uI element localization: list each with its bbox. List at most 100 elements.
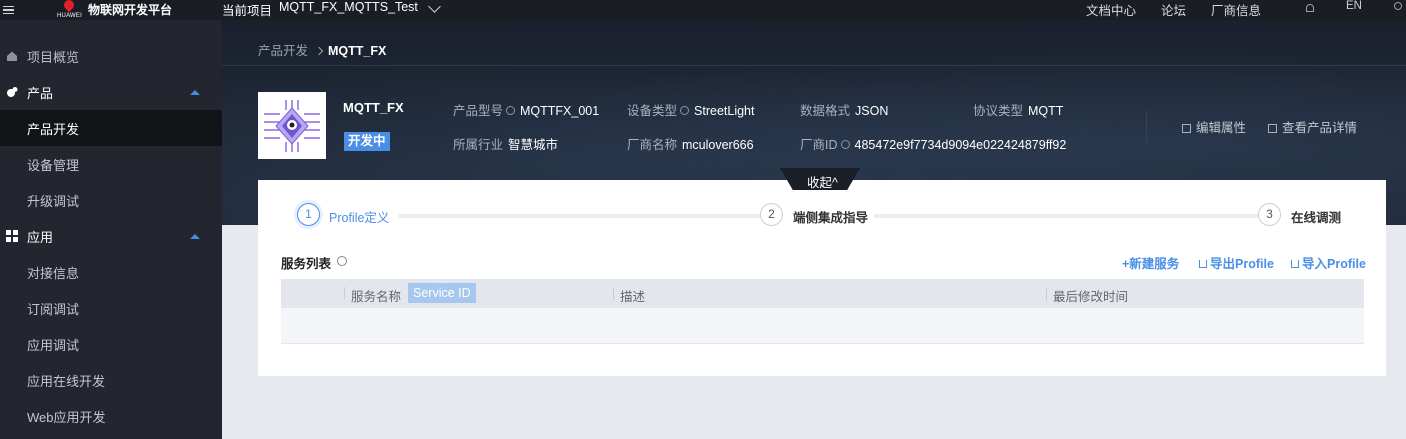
sidebar-item-app-debug[interactable]: 应用调试	[0, 326, 222, 362]
sidebar-item-label: 订阅调试	[27, 301, 80, 317]
collapse-label: 收起^	[807, 176, 838, 190]
user-icon[interactable]	[1394, 2, 1402, 10]
vendor-name: 厂商名称 mculover666	[627, 134, 754, 153]
data-format: 数据格式 JSON	[800, 100, 888, 119]
document-icon	[1268, 124, 1277, 133]
upload-icon	[1291, 260, 1299, 268]
sidebar-item-label: 项目概览	[27, 49, 80, 65]
home-icon	[7, 51, 17, 61]
sidebar-item-label: 应用调试	[27, 337, 80, 353]
step-1-label[interactable]: Profile定义	[329, 207, 389, 226]
service-list-title: 服务列表	[281, 257, 332, 271]
sidebar-item-device-mgmt[interactable]: 设备管理	[0, 146, 222, 182]
meta-value: StreetLight	[694, 104, 755, 118]
product-name: MQTT_FX	[343, 100, 404, 115]
sidebar-group-label: 应用	[27, 229, 54, 245]
meta-label: 厂商名称	[627, 138, 678, 152]
device-type: 设备类型 StreetLight	[627, 100, 754, 119]
sidebar-item-app-online-dev[interactable]: 应用在线开发	[0, 362, 222, 398]
status-badge: 开发中	[344, 132, 390, 151]
meta-label: 数据格式	[800, 104, 851, 118]
view-product-details-button[interactable]: 查看产品详情	[1268, 117, 1357, 136]
top-bar: HUAWEI 物联网开发平台 当前项目 MQTT_FX_MQTTS_Test 文…	[0, 0, 1406, 20]
meta-label: 设备类型	[627, 104, 678, 118]
step-1-indicator[interactable]: 1	[297, 203, 320, 226]
meta-value: MQTT	[1028, 104, 1064, 118]
step-2-label[interactable]: 端侧集成指导	[793, 207, 868, 226]
product-model: 产品型号 MQTTFX_001	[453, 100, 599, 119]
app-grid-icon	[6, 230, 18, 242]
step-connector	[874, 214, 1258, 218]
new-service-button[interactable]: +新建服务	[1122, 253, 1179, 272]
sidebar-item-label: 应用在线开发	[27, 373, 106, 389]
column-separator	[344, 287, 345, 300]
huawei-logo-icon	[61, 0, 77, 13]
nav-vendor-info-link[interactable]: 厂商信息	[1211, 0, 1261, 19]
sidebar-item-label: 产品开发	[27, 121, 80, 137]
meta-value: JSON	[855, 104, 889, 118]
meta-label: 厂商ID	[800, 138, 838, 152]
platform-title[interactable]: 物联网开发平台	[88, 1, 172, 18]
sidebar-item-label: 设备管理	[27, 157, 80, 173]
step-3-indicator[interactable]: 3	[1258, 203, 1281, 226]
product-icon	[7, 87, 18, 97]
sidebar-item-web-app-dev[interactable]: Web应用开发	[0, 398, 222, 434]
huawei-logo-text: HUAWEI	[57, 13, 82, 19]
collapse-toggle[interactable]: 收起^	[780, 168, 860, 190]
step-3-label[interactable]: 在线调测	[1291, 207, 1341, 226]
column-separator	[613, 287, 614, 300]
column-header-last-modified[interactable]: 最后修改时间	[1053, 286, 1128, 305]
current-project-selector[interactable]: MQTT_FX_MQTTS_Test	[279, 0, 418, 14]
export-profile-button[interactable]: 导出Profile	[1199, 253, 1274, 272]
main-content: 产品开发 MQTT_FX MQTT_FX 开发中 产品型号 MQTTFX_001	[222, 20, 1406, 439]
help-icon[interactable]	[680, 106, 690, 115]
meta-label: 协议类型	[973, 104, 1024, 118]
industry: 所属行业 智慧城市	[453, 134, 558, 153]
chevron-down-icon[interactable]	[428, 0, 441, 13]
help-icon[interactable]	[337, 256, 347, 266]
step-2-indicator[interactable]: 2	[760, 203, 783, 226]
nav-forum-link[interactable]: 论坛	[1161, 0, 1186, 19]
service-table-header: 服务名称 Service ID 描述 最后修改时间	[281, 279, 1364, 308]
nav-docs-link[interactable]: 文档中心	[1086, 0, 1136, 19]
chevron-right-icon	[314, 46, 324, 56]
language-switch[interactable]: EN	[1346, 0, 1362, 12]
sidebar-item-subscription-debug[interactable]: 订阅调试	[0, 290, 222, 326]
huawei-logo: HUAWEI	[57, 0, 82, 20]
breadcrumb-parent-link[interactable]: 产品开发	[258, 44, 308, 58]
step-connector	[399, 214, 762, 218]
edit-properties-button[interactable]: 编辑属性	[1182, 117, 1246, 136]
download-icon	[1199, 260, 1207, 268]
help-icon[interactable]	[840, 140, 850, 149]
meta-value: mculover666	[682, 138, 754, 152]
sidebar-item-integration-info[interactable]: 对接信息	[0, 254, 222, 290]
breadcrumb: 产品开发 MQTT_FX	[258, 40, 386, 59]
meta-value: 智慧城市	[508, 138, 559, 152]
sidebar-group-product[interactable]: 产品	[0, 74, 222, 110]
vertical-divider	[1146, 110, 1147, 142]
button-label: 导入Profile	[1302, 257, 1366, 271]
sidebar-group-app[interactable]: 应用	[0, 218, 222, 254]
sidebar-item-label: 对接信息	[27, 265, 80, 281]
caret-up-icon	[190, 90, 200, 95]
sidebar-item-label: 升级调试	[27, 193, 80, 209]
header-divider	[222, 65, 1406, 66]
vendor-id: 厂商ID 485472e9f7734d9094e022424879ff92	[800, 134, 1066, 153]
column-header-service-name[interactable]: 服务名称	[351, 286, 401, 305]
hamburger-menu-icon[interactable]	[0, 0, 18, 20]
breadcrumb-current: MQTT_FX	[328, 44, 387, 58]
sidebar-item-upgrade-debug[interactable]: 升级调试	[0, 182, 222, 218]
current-project-label: 当前项目	[222, 4, 273, 18]
meta-label: 产品型号	[453, 104, 504, 118]
sidebar-item-label: Web应用开发	[27, 409, 106, 425]
sidebar-item-overview[interactable]: 项目概览	[0, 38, 222, 74]
protocol-type: 协议类型 MQTT	[973, 100, 1063, 119]
import-profile-button[interactable]: 导入Profile	[1291, 253, 1366, 272]
column-header-description[interactable]: 描述	[620, 286, 645, 305]
column-header-service-id[interactable]: Service ID	[408, 283, 476, 303]
sidebar-item-product-dev[interactable]: 产品开发	[0, 110, 222, 146]
button-label: 查看产品详情	[1282, 121, 1358, 135]
edit-icon	[1182, 124, 1191, 133]
help-icon[interactable]	[506, 106, 516, 115]
bell-icon[interactable]	[1306, 4, 1314, 12]
